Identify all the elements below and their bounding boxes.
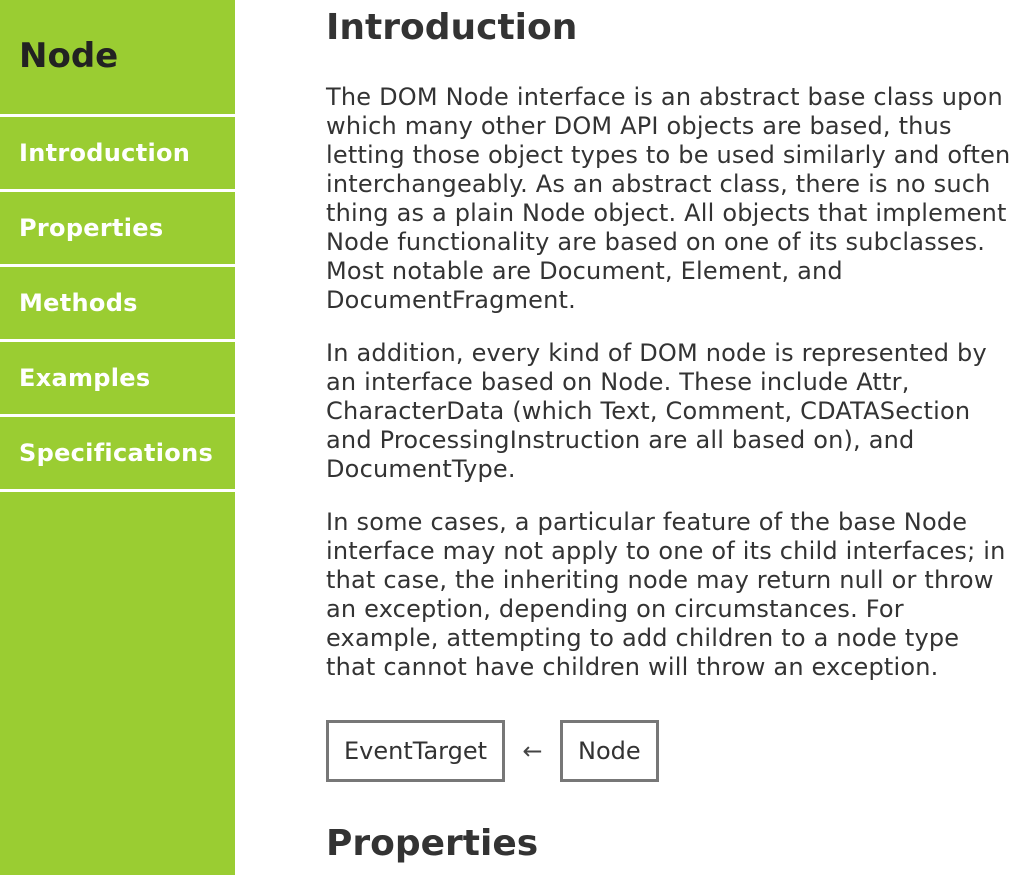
sidebar-item-introduction[interactable]: Introduction [0,117,235,192]
main-content: Introduction The DOM Node interface is a… [326,0,1011,865]
sidebar-item-specifications[interactable]: Specifications [0,417,235,492]
sidebar: Node Introduction Properties Methods Exa… [0,0,235,875]
properties-heading: Properties [326,823,539,865]
intro-paragraph-2: In addition, every kind of DOM node is r… [326,339,987,484]
sidebar-item-methods[interactable]: Methods [0,267,235,342]
introduction-heading: Introduction [326,7,578,48]
intro-paragraph-1: The DOM Node interface is an abstract ba… [326,83,1011,315]
left-arrow-icon: ← [522,737,543,766]
sidebar-title: Node [0,0,235,117]
inheritance-diagram: EventTarget ← Node [326,720,1011,783]
intro-paragraph-3: In some cases, a particular feature of t… [326,508,1006,682]
sidebar-item-examples[interactable]: Examples [0,342,235,417]
inheritance-parent-box[interactable]: EventTarget [326,720,506,783]
sidebar-item-properties[interactable]: Properties [0,192,235,267]
inheritance-child-box[interactable]: Node [560,720,659,783]
